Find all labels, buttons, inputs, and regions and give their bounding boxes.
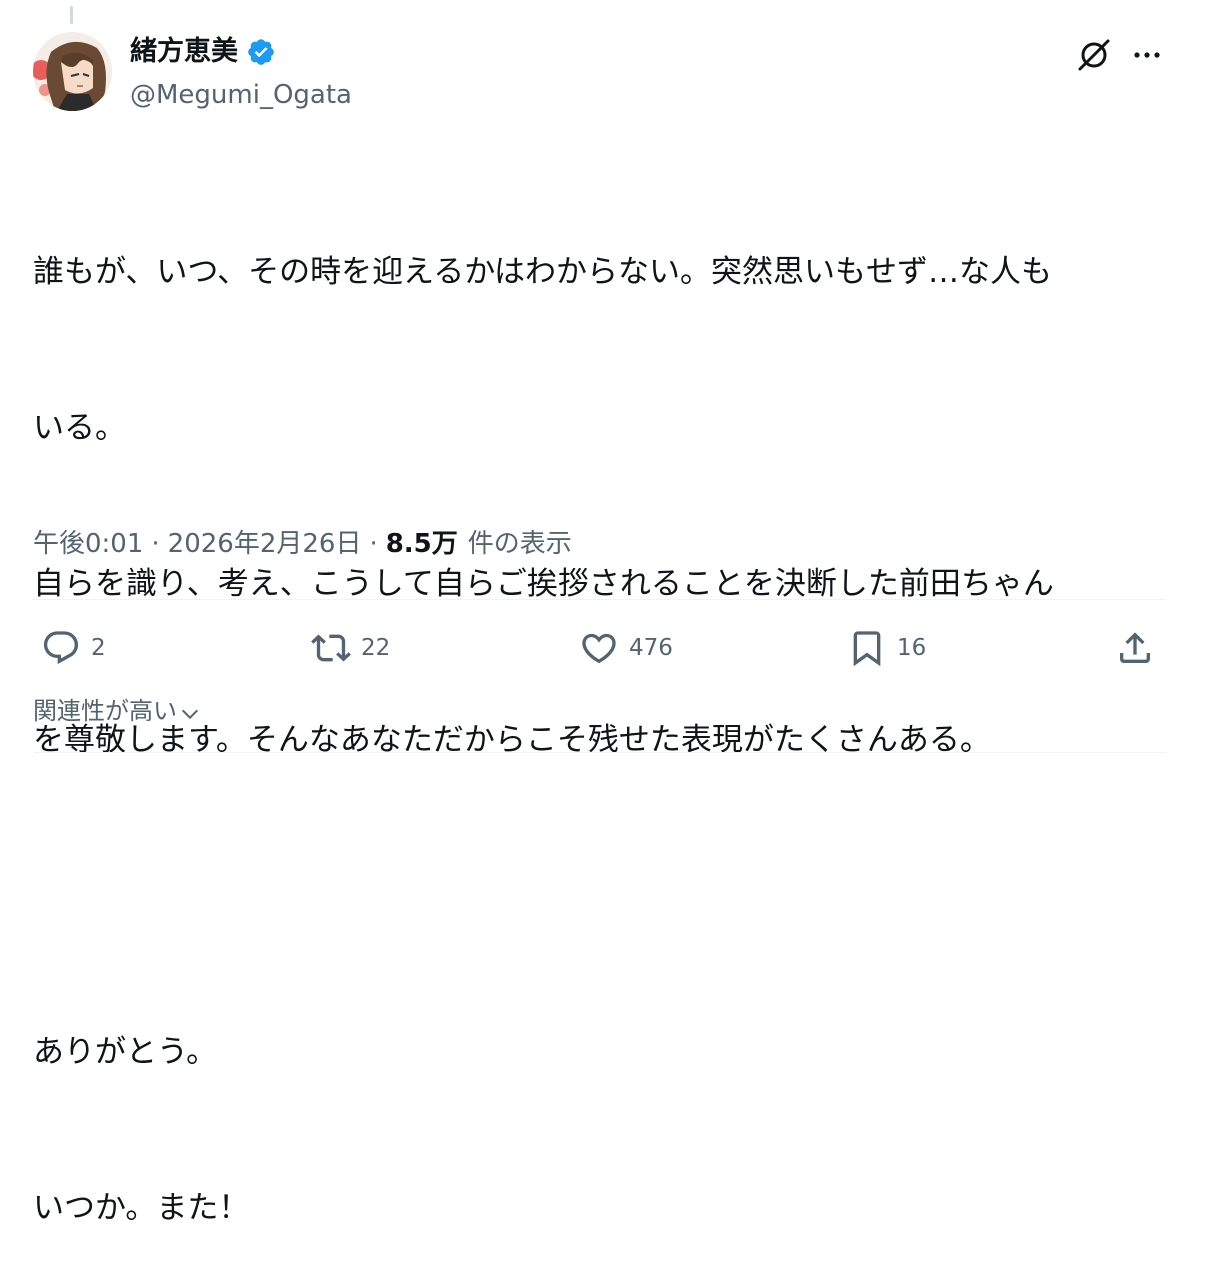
- bookmark-button[interactable]: 16: [847, 628, 926, 668]
- thread-connector-line: [70, 6, 73, 24]
- meta-separator: ·: [151, 529, 160, 559]
- share-button[interactable]: [1115, 628, 1155, 668]
- reply-sort-dropdown[interactable]: 関連性が高い: [33, 694, 201, 728]
- bookmark-icon: [853, 631, 881, 667]
- more-options-icon[interactable]: [1130, 38, 1164, 72]
- like-button[interactable]: 476: [579, 628, 673, 668]
- retweet-icon: [311, 634, 351, 662]
- retweet-button[interactable]: 22: [311, 628, 390, 668]
- reply-sort-label: 関連性が高い: [33, 697, 177, 725]
- views-label: 件の表示: [467, 529, 572, 559]
- views-count[interactable]: 8.5万: [386, 525, 458, 563]
- tweet-line: [33, 870, 1173, 922]
- bookmark-count: 16: [897, 635, 927, 661]
- divider: [33, 752, 1166, 753]
- tweet-line: を尊敬します。そんなあなただからこそ残せた表現がたくさんある。: [33, 722, 991, 758]
- author-handle[interactable]: @Megumi_Ogata: [130, 78, 352, 112]
- action-bar: 2 22 476 16: [33, 624, 1166, 674]
- avatar[interactable]: [33, 32, 112, 111]
- divider: [33, 599, 1166, 600]
- tweet-line: いつか。また！: [33, 1190, 250, 1226]
- reply-count: 2: [91, 635, 106, 661]
- tweet-line: 自らを識り、考え、こうして自らご挨拶されることを決断した前田ちゃん: [33, 566, 1054, 602]
- tweet-line: ありがとう。: [33, 1034, 218, 1070]
- meta-separator: ·: [369, 529, 378, 559]
- tweet-date[interactable]: 2026年2月26日: [168, 525, 362, 563]
- like-count: 476: [629, 635, 673, 661]
- verified-badge-icon[interactable]: [246, 37, 276, 67]
- tweet-line: いる。: [33, 410, 126, 446]
- reply-icon: [43, 631, 79, 665]
- tweet-time[interactable]: 午後0:01: [33, 525, 143, 563]
- reply-button[interactable]: 2: [41, 628, 106, 668]
- tweet-meta: 午後0:01 · 2026年2月26日 · 8.5万 件の表示: [33, 525, 572, 563]
- author-name-row[interactable]: 緒方恵美: [130, 34, 276, 70]
- tweet-line: 誰もが、いつ、その時を迎えるかはわからない。突然思いもせず…な人も: [33, 254, 1052, 290]
- grok-icon[interactable]: [1074, 35, 1114, 75]
- heart-icon: [582, 633, 616, 664]
- avatar-image: [33, 32, 112, 111]
- tweet-text: 誰もが、いつ、その時を迎えるかはわからない。突然思いもせず…な人も いる。 自ら…: [33, 142, 1173, 1286]
- chevron-down-icon: [181, 709, 199, 720]
- retweet-count: 22: [361, 635, 391, 661]
- author-display-name[interactable]: 緒方恵美: [130, 34, 238, 70]
- share-icon: [1120, 632, 1150, 663]
